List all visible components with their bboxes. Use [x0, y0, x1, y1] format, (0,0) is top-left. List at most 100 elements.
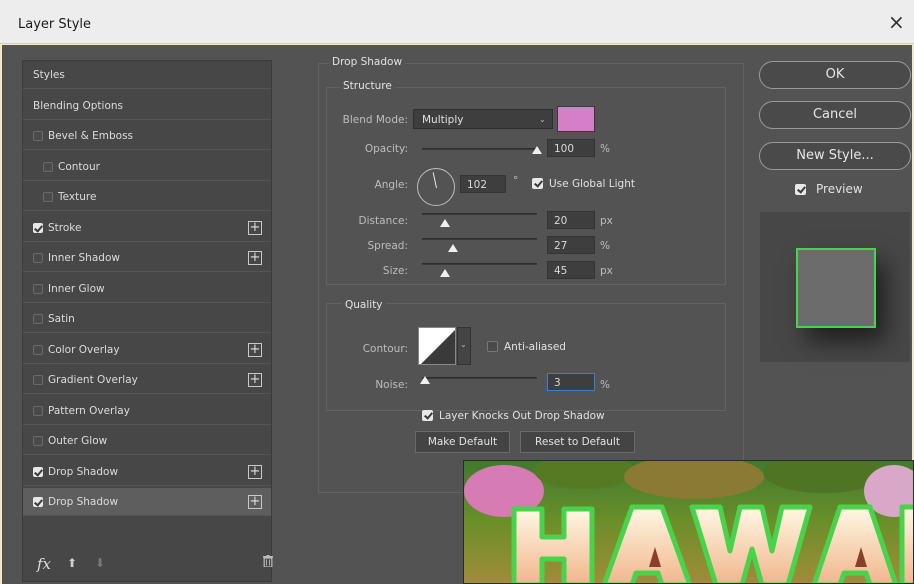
- noise-input[interactable]: 3: [547, 373, 595, 391]
- style-checkbox[interactable]: [33, 253, 43, 263]
- quality-title: Quality: [342, 299, 386, 311]
- style-item-texture[interactable]: Texture: [23, 183, 271, 211]
- angle-input[interactable]: 102: [460, 175, 506, 193]
- spread-unit: %: [600, 240, 610, 252]
- anti-aliased-label: Anti-aliased: [504, 341, 566, 353]
- style-item-label: Outer Glow: [48, 435, 108, 447]
- noise-slider-knob[interactable]: [420, 376, 431, 384]
- style-item-inner-glow[interactable]: Inner Glow: [23, 275, 271, 303]
- size-slider-knob[interactable]: [440, 269, 450, 277]
- style-item-label: Color Overlay: [48, 343, 120, 356]
- add-effect-icon[interactable]: +: [248, 464, 262, 479]
- style-item-inner-shadow[interactable]: Inner Shadow +: [23, 244, 271, 272]
- distance-label: Distance:: [358, 215, 408, 227]
- preview-label: Preview: [816, 182, 863, 196]
- blend-mode-value: Multiply: [422, 114, 464, 126]
- quality-group: [326, 303, 726, 411]
- add-effect-icon[interactable]: +: [248, 251, 262, 265]
- spread-slider-track[interactable]: [422, 238, 537, 240]
- distance-input[interactable]: 20: [547, 211, 595, 229]
- style-item-label: Stroke: [48, 221, 82, 234]
- reset-to-default-button[interactable]: Reset to Default: [520, 431, 635, 453]
- contour-thumbnail[interactable]: [418, 327, 456, 365]
- style-item-label: Satin: [48, 313, 75, 325]
- style-item-pattern-overlay[interactable]: Pattern Overlay: [23, 397, 271, 425]
- style-checkbox[interactable]: [33, 375, 43, 385]
- style-item-label: Bevel & Emboss: [48, 130, 134, 142]
- style-item-label: Drop Shadow: [48, 465, 119, 478]
- trash-icon[interactable]: [263, 555, 273, 567]
- style-checkbox[interactable]: [33, 344, 43, 355]
- style-checkbox[interactable]: [33, 131, 43, 141]
- styles-list-footer: fx ⬆ ⬇: [23, 547, 273, 581]
- preview-checkbox[interactable]: [795, 184, 806, 195]
- style-item-bevel-emboss[interactable]: Bevel & Emboss: [23, 122, 271, 150]
- style-checkbox[interactable]: [33, 314, 43, 324]
- add-effect-icon[interactable]: +: [248, 495, 262, 509]
- style-checkbox[interactable]: [33, 222, 43, 233]
- size-label: Size:: [382, 265, 408, 277]
- noise-slider-track[interactable]: [422, 377, 537, 379]
- chevron-down-icon: ⌄: [539, 115, 546, 124]
- anti-aliased-checkbox[interactable]: [487, 341, 498, 352]
- style-checkbox[interactable]: [33, 497, 43, 507]
- style-item-gradient-overlay[interactable]: Gradient Overlay +: [23, 366, 271, 394]
- opacity-slider-knob[interactable]: [532, 146, 542, 154]
- style-item-label: Drop Shadow: [48, 496, 119, 508]
- close-icon[interactable]: ×: [888, 12, 905, 32]
- noise-unit: %: [600, 379, 610, 391]
- style-checkbox[interactable]: [43, 161, 53, 172]
- layer-knocks-out-checkbox[interactable]: [422, 410, 433, 421]
- style-item-label: Pattern Overlay: [48, 404, 130, 417]
- style-item-drop-shadow-2[interactable]: Drop Shadow +: [23, 488, 271, 516]
- shadow-color-swatch[interactable]: [557, 106, 595, 132]
- spread-slider-knob[interactable]: [448, 244, 459, 252]
- contour-dropdown[interactable]: ⌄: [457, 327, 471, 365]
- contour-label: Contour:: [362, 343, 408, 355]
- styles-list: Styles Blending Options Bevel & Emboss Cont…: [22, 60, 273, 582]
- size-slider-track[interactable]: [422, 263, 537, 265]
- style-item-stroke[interactable]: Stroke +: [23, 214, 271, 242]
- size-input[interactable]: 45: [547, 261, 595, 279]
- contour-curve-icon: [421, 330, 455, 364]
- noise-label: Noise:: [375, 379, 408, 391]
- style-checkbox[interactable]: [33, 466, 43, 477]
- style-item-outer-glow[interactable]: Outer Glow: [23, 427, 271, 455]
- move-up-icon[interactable]: ⬆: [67, 556, 77, 570]
- style-item-color-overlay[interactable]: Color Overlay +: [23, 336, 271, 364]
- style-item-label: Inner Glow: [48, 282, 105, 295]
- make-default-button[interactable]: Make Default: [415, 431, 510, 453]
- add-effect-icon[interactable]: +: [248, 342, 262, 357]
- style-item-label: Styles: [33, 69, 65, 81]
- angle-dial[interactable]: [417, 168, 455, 206]
- use-global-light-checkbox[interactable]: [532, 178, 543, 189]
- fx-icon[interactable]: fx: [37, 555, 51, 573]
- distance-slider-knob[interactable]: [440, 219, 450, 227]
- style-item-styles[interactable]: Styles: [23, 61, 271, 89]
- style-item-satin[interactable]: Satin: [23, 305, 271, 333]
- style-item-label: Texture: [58, 191, 97, 203]
- ok-button[interactable]: OK: [759, 61, 911, 89]
- add-effect-icon[interactable]: +: [248, 373, 262, 387]
- style-checkbox[interactable]: [33, 283, 43, 294]
- style-item-blending-options[interactable]: Blending Options: [23, 92, 271, 120]
- distance-slider-track[interactable]: [422, 213, 537, 215]
- opacity-input[interactable]: 100: [547, 139, 595, 157]
- style-checkbox[interactable]: [33, 436, 43, 446]
- window-title: Layer Style: [18, 17, 92, 32]
- cancel-button[interactable]: Cancel: [759, 101, 911, 129]
- blend-mode-label: Blend Mode:: [342, 114, 408, 126]
- chevron-down-icon: ⌄: [460, 340, 467, 349]
- style-checkbox[interactable]: [33, 405, 43, 416]
- style-item-drop-shadow[interactable]: Drop Shadow +: [23, 458, 271, 486]
- style-item-contour[interactable]: Contour: [23, 153, 271, 181]
- move-down-icon: ⬇: [95, 556, 106, 570]
- new-style-button[interactable]: New Style...: [759, 142, 911, 170]
- blend-mode-select[interactable]: Multiply ⌄: [413, 109, 553, 129]
- background-artwork: [463, 460, 914, 584]
- spread-input[interactable]: 27: [547, 236, 595, 254]
- style-checkbox[interactable]: [43, 192, 53, 202]
- add-effect-icon[interactable]: +: [248, 220, 262, 235]
- preview-square: [796, 248, 876, 328]
- opacity-slider-track[interactable]: [422, 148, 537, 150]
